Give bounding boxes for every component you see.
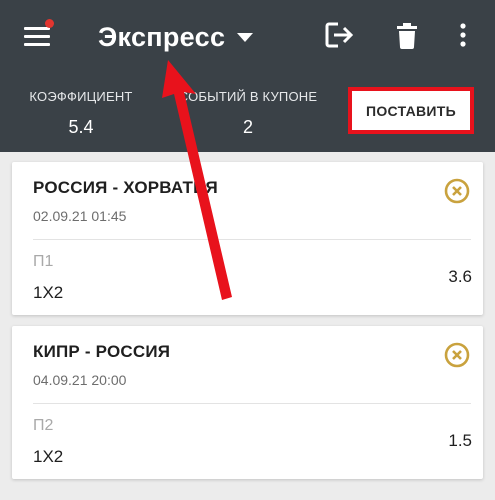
outcome-label: П1 (33, 253, 54, 270)
events-value: 2 (242, 117, 253, 137)
odds-value: 3.6 (448, 267, 472, 286)
app-header: Экспресс КОЭФФИЦИЕНТ 5.4 СОБЫТИЙ В КУПОН… (0, 0, 495, 152)
menu-icon (24, 27, 50, 30)
place-bet-button[interactable]: ПОСТАВИТЬ (348, 87, 474, 134)
coefficient-label: КОЭФФИЦИЕНТ (29, 89, 133, 104)
more-vertical-icon (460, 23, 466, 47)
logout-button[interactable] (324, 20, 358, 55)
page-title: Экспресс (98, 22, 226, 52)
match-title: РОССИЯ - ХОРВАТИЯ (33, 178, 218, 197)
outcome-label: П2 (33, 417, 54, 434)
coupon-card: КИПР - РОССИЯ 04.09.21 20:00 П2 1X2 1.5 (12, 326, 483, 479)
match-title: КИПР - РОССИЯ (33, 342, 171, 361)
notification-dot (45, 19, 54, 28)
trash-icon (397, 23, 417, 49)
market-label: 1X2 (33, 283, 64, 302)
odds-value: 1.5 (448, 431, 472, 450)
menu-icon-bar (24, 35, 50, 38)
logout-icon (325, 22, 354, 48)
coupon-card: РОССИЯ - ХОРВАТИЯ 02.09.21 01:45 П1 1X2 … (12, 162, 483, 315)
events-label: СОБЫТИЙ В КУПОНЕ (178, 89, 318, 104)
coefficient-value: 5.4 (68, 117, 94, 137)
events-stat: СОБЫТИЙ В КУПОНЕ 2 (178, 89, 318, 138)
market-label: 1X2 (33, 447, 64, 466)
remove-circle-icon[interactable] (444, 342, 470, 368)
coefficient-stat: КОЭФФИЦИЕНТ 5.4 (26, 89, 136, 138)
more-button[interactable] (456, 20, 470, 55)
match-datetime: 02.09.21 01:45 (33, 208, 127, 224)
delete-button[interactable] (396, 20, 418, 55)
menu-button[interactable] (24, 19, 54, 48)
chevron-down-icon (237, 33, 254, 42)
remove-circle-icon[interactable] (444, 178, 470, 204)
bet-type-dropdown[interactable]: Экспресс (98, 22, 254, 53)
match-datetime: 04.09.21 20:00 (33, 372, 127, 388)
divider (33, 403, 471, 404)
menu-icon-bar (24, 43, 50, 46)
divider (33, 239, 471, 240)
